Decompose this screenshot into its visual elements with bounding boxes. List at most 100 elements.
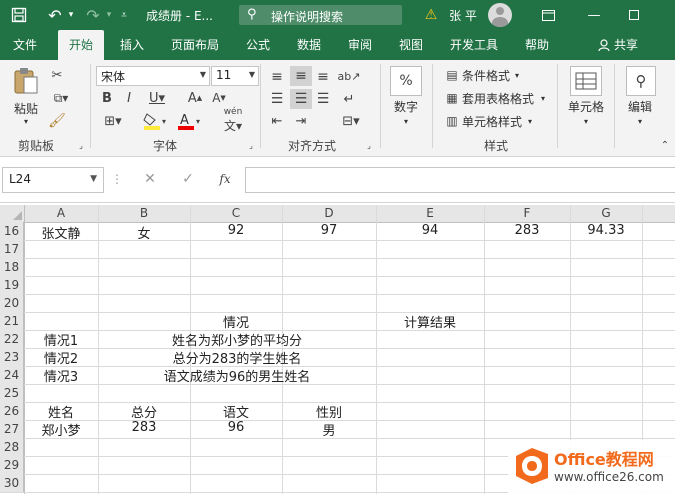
row-header[interactable]: 21 bbox=[0, 312, 24, 330]
cell-a27[interactable]: 郑小梦 bbox=[24, 420, 98, 439]
align-bottom-icon[interactable]: ≡ bbox=[314, 68, 332, 86]
border-icon[interactable]: ⊞▾ bbox=[100, 113, 126, 129]
maximize-icon[interactable] bbox=[624, 0, 644, 30]
search-box[interactable]: ⚲ 操作说明搜索 bbox=[239, 5, 402, 25]
row-header[interactable]: 23 bbox=[0, 348, 24, 366]
format-as-table-button[interactable]: 套用表格格式 bbox=[462, 90, 542, 106]
editing-button[interactable]: 编辑 bbox=[620, 98, 660, 114]
collapse-ribbon-icon[interactable]: ⌃ bbox=[658, 138, 672, 152]
row-header[interactable]: 22 bbox=[0, 330, 24, 348]
font-launcher-icon[interactable]: ⌟ bbox=[246, 140, 256, 150]
name-box[interactable]: L24 ▼ bbox=[2, 167, 104, 193]
tab-insert[interactable]: 插入 bbox=[110, 30, 154, 60]
tab-page-layout[interactable]: 页面布局 bbox=[162, 30, 228, 60]
column-header-b[interactable]: B bbox=[98, 205, 190, 222]
tab-formulas[interactable]: 公式 bbox=[236, 30, 280, 60]
column-header-e[interactable]: E bbox=[376, 205, 484, 222]
copy-icon[interactable]: ⧉▾ bbox=[48, 89, 74, 107]
row-header[interactable]: 18 bbox=[0, 258, 24, 276]
phonetic-icon[interactable]: wén 文▾ bbox=[218, 107, 248, 133]
column-header-g[interactable]: G bbox=[570, 205, 642, 222]
tab-review[interactable]: 审阅 bbox=[338, 30, 382, 60]
cell-d16[interactable]: 97 bbox=[282, 223, 376, 238]
row-header[interactable]: 28 bbox=[0, 438, 24, 456]
merge-center-icon[interactable]: ⊟▾ bbox=[336, 111, 366, 131]
cancel-icon[interactable]: ✕ bbox=[140, 170, 160, 188]
increase-indent-icon[interactable]: ⇥ bbox=[292, 112, 310, 130]
cells-icon[interactable] bbox=[570, 66, 602, 96]
cell-b26[interactable]: 总分 bbox=[98, 402, 190, 421]
tab-home[interactable]: 开始 bbox=[58, 30, 104, 60]
cell-c21[interactable]: 情况 bbox=[190, 312, 282, 331]
cell-d27[interactable]: 男 bbox=[282, 420, 376, 439]
row-header[interactable]: 26 bbox=[0, 402, 24, 420]
find-icon[interactable]: ⚲ bbox=[626, 66, 656, 96]
italic-icon[interactable]: I bbox=[122, 90, 136, 106]
row-header[interactable]: 25 bbox=[0, 384, 24, 402]
enter-icon[interactable]: ✓ bbox=[178, 170, 198, 188]
cell-a23[interactable]: 情况2 bbox=[24, 348, 98, 367]
splitter-icon[interactable]: ⋮ bbox=[111, 170, 123, 188]
tab-view[interactable]: 视图 bbox=[389, 30, 433, 60]
undo-icon[interactable]: ↶ bbox=[44, 0, 66, 30]
cell-styles-button[interactable]: 单元格样式 bbox=[462, 113, 526, 129]
column-header-c[interactable]: C bbox=[190, 205, 282, 222]
font-color-icon[interactable]: A ▾ bbox=[176, 111, 206, 131]
tab-developer[interactable]: 开发工具 bbox=[442, 30, 506, 60]
increase-font-icon[interactable]: A ▲ bbox=[186, 90, 204, 106]
chevron-down-icon[interactable]: ▾ bbox=[512, 68, 522, 82]
percent-icon[interactable]: % bbox=[390, 66, 422, 96]
decrease-font-icon[interactable]: A ▼ bbox=[210, 90, 228, 106]
row-header[interactable]: 27 bbox=[0, 420, 24, 438]
chevron-down-icon[interactable]: ▾ bbox=[630, 116, 650, 126]
row-header[interactable]: 20 bbox=[0, 294, 24, 312]
alignment-launcher-icon[interactable]: ⌟ bbox=[364, 140, 374, 150]
bold-icon[interactable]: B bbox=[100, 90, 114, 106]
row-header[interactable]: 30 bbox=[0, 474, 24, 492]
ribbon-display-icon[interactable] bbox=[538, 0, 558, 30]
cell-g16[interactable]: 94.33 bbox=[570, 223, 642, 238]
column-header-d[interactable]: D bbox=[282, 205, 376, 222]
wrap-text-icon[interactable]: ↵ bbox=[338, 90, 360, 108]
cell-a22[interactable]: 情况1 bbox=[24, 330, 98, 349]
tab-data[interactable]: 数据 bbox=[287, 30, 331, 60]
warning-icon[interactable]: ⚠ bbox=[422, 0, 440, 30]
user-name[interactable]: 张 平 bbox=[446, 0, 480, 30]
cell-e16[interactable]: 94 bbox=[376, 223, 484, 238]
decrease-indent-icon[interactable]: ⇤ bbox=[268, 112, 286, 130]
share-button[interactable]: 共享 bbox=[590, 30, 646, 60]
select-all-corner[interactable] bbox=[0, 205, 24, 222]
tab-help[interactable]: 帮助 bbox=[515, 30, 559, 60]
font-name-select[interactable]: 宋体 ▼ bbox=[96, 66, 210, 86]
avatar[interactable] bbox=[488, 3, 512, 27]
cell-b16[interactable]: 女 bbox=[98, 223, 190, 242]
cells-button[interactable]: 单元格 bbox=[562, 98, 610, 114]
tab-file[interactable]: 文件 bbox=[0, 30, 50, 60]
formula-input[interactable] bbox=[245, 167, 675, 193]
cell-e21[interactable]: 计算结果 bbox=[376, 312, 484, 331]
cut-icon[interactable]: ✂ bbox=[48, 66, 66, 84]
customize-qat-icon[interactable]: ⩡ bbox=[118, 0, 130, 30]
row-header[interactable]: 29 bbox=[0, 456, 24, 474]
row-header[interactable]: 19 bbox=[0, 276, 24, 294]
align-center-icon[interactable]: ☰ bbox=[290, 89, 312, 109]
cell-a16[interactable]: 张文静 bbox=[24, 223, 98, 242]
paste-icon[interactable] bbox=[10, 66, 42, 96]
cell-c16[interactable]: 92 bbox=[190, 223, 282, 238]
orientation-icon[interactable]: ab↗ bbox=[338, 66, 361, 86]
row-header[interactable]: 24 bbox=[0, 366, 24, 384]
redo-dropdown-icon[interactable]: ▾ bbox=[104, 0, 114, 30]
underline-icon[interactable]: U▾ bbox=[144, 90, 170, 106]
cell-a26[interactable]: 姓名 bbox=[24, 402, 98, 421]
clipboard-launcher-icon[interactable]: ⌟ bbox=[76, 140, 86, 150]
cell-b24-merged[interactable]: 语文成绩为96的男生姓名 bbox=[98, 366, 376, 385]
cell-c27[interactable]: 96 bbox=[190, 420, 282, 435]
paste-dropdown-icon[interactable]: ▾ bbox=[16, 116, 36, 126]
chevron-down-icon[interactable]: ▾ bbox=[538, 91, 548, 105]
row-header[interactable]: 17 bbox=[0, 240, 24, 258]
align-right-icon[interactable]: ☰ bbox=[314, 90, 332, 108]
cell-a24[interactable]: 情况3 bbox=[24, 366, 98, 385]
cell-b23-merged[interactable]: 总分为283的学生姓名 bbox=[98, 348, 376, 367]
chevron-down-icon[interactable]: ▾ bbox=[576, 116, 596, 126]
number-format-button[interactable]: 数字 bbox=[384, 98, 428, 114]
